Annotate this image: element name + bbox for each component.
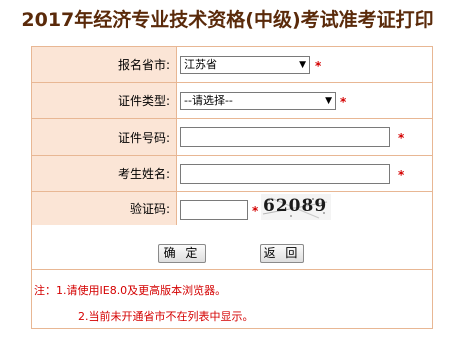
province-cell: 江苏省 ▼ * — [177, 47, 432, 82]
province-required-mark: * — [315, 59, 322, 73]
page-title: 2017年经济专业技术资格(中级)考试准考证打印 — [21, 9, 434, 31]
captcha-cell: * 62089 — [177, 192, 432, 225]
province-selected-value: 江苏省 — [184, 58, 217, 71]
id-number-cell: * — [177, 119, 432, 155]
captcha-image[interactable]: 62089 — [261, 194, 331, 220]
note-line-2: 2.当前未开通省市不在列表中显示。 — [78, 310, 254, 323]
chevron-down-icon: ▼ — [325, 96, 332, 106]
captcha-label: 验证码: — [32, 192, 177, 225]
province-select[interactable]: 江苏省 ▼ — [180, 56, 310, 74]
id-type-row: 证件类型: --请选择-- ▼ * — [32, 83, 432, 119]
back-button[interactable]: 返 回 — [260, 244, 304, 263]
id-number-required-mark: * — [398, 131, 405, 145]
captcha-row: 验证码: * 62089 — [32, 192, 432, 225]
province-row: 报名省市: 江苏省 ▼ * — [32, 47, 432, 83]
notes: 注：1.请使用IE8.0及更高版本浏览器。 2.当前未开通省市不在列表中显示。 — [32, 270, 432, 328]
captcha-required-mark: * — [252, 204, 259, 218]
province-label: 报名省市: — [32, 47, 177, 82]
id-type-cell: --请选择-- ▼ * — [177, 83, 432, 118]
name-input[interactable] — [180, 164, 390, 184]
print-form: 报名省市: 江苏省 ▼ * 证件类型: --请选择-- ▼ * 证件号码: * … — [31, 46, 433, 329]
note-line-1: 注：1.请使用IE8.0及更高版本浏览器。 — [34, 284, 227, 297]
name-label: 考生姓名: — [32, 156, 177, 191]
captcha-text: 62089 — [263, 196, 328, 216]
name-row: 考生姓名: * — [32, 156, 432, 192]
id-type-selected-value: --请选择-- — [184, 94, 233, 107]
chevron-down-icon: ▼ — [299, 60, 306, 70]
name-cell: * — [177, 156, 432, 191]
name-required-mark: * — [398, 168, 405, 182]
captcha-input[interactable] — [180, 200, 248, 220]
button-row: 确 定 返 回 — [32, 225, 432, 270]
confirm-button[interactable]: 确 定 — [158, 244, 206, 263]
id-type-select[interactable]: --请选择-- ▼ — [180, 92, 336, 110]
id-number-label: 证件号码: — [32, 119, 177, 155]
id-number-row: 证件号码: * — [32, 119, 432, 156]
id-type-label: 证件类型: — [32, 83, 177, 118]
id-number-input[interactable] — [180, 127, 390, 147]
id-type-required-mark: * — [340, 95, 347, 109]
